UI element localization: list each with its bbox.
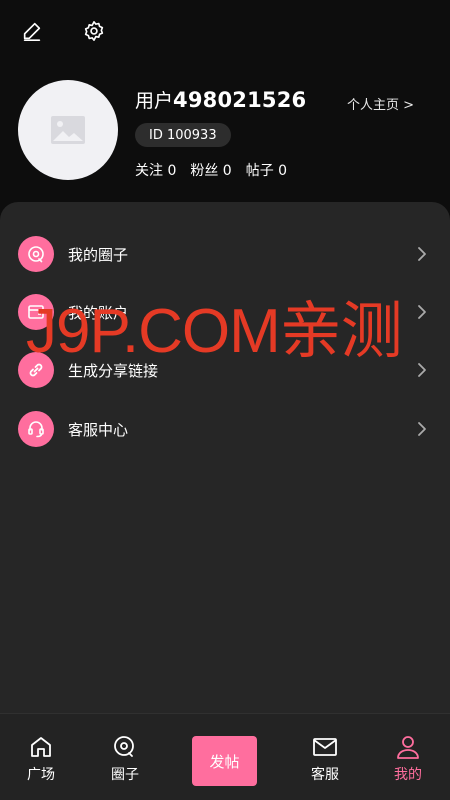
- profile-stats: 关注 0 粉丝 0 帖子 0: [135, 160, 287, 180]
- username-prefix: 用户: [135, 90, 174, 112]
- tab-circle[interactable]: 圈子: [95, 734, 155, 784]
- tab-service[interactable]: 客服: [295, 734, 355, 784]
- gear-icon[interactable]: [81, 18, 107, 44]
- circle-icon: [18, 236, 54, 272]
- avatar[interactable]: [18, 80, 118, 180]
- tab-label: 圈子: [111, 767, 139, 783]
- tab-mine[interactable]: 我的: [378, 734, 438, 784]
- username-number: 498021526: [173, 88, 307, 112]
- user-id-badge: ID 100933: [135, 123, 231, 147]
- user-icon: [397, 736, 419, 759]
- username: 用户498021526: [135, 86, 306, 113]
- profile-section: 用户498021526 个人主页 > ID 100933 关注 0 粉丝 0 帖…: [0, 80, 450, 190]
- posts-count[interactable]: 帖子 0: [246, 160, 287, 180]
- followers-count[interactable]: 粉丝 0: [190, 160, 231, 180]
- top-bar: [0, 0, 450, 60]
- circle-icon: [114, 736, 134, 757]
- chevron-right-icon: [416, 246, 428, 262]
- menu-item-my-circles[interactable]: 我的圈子: [0, 226, 450, 282]
- tab-label: 客服: [311, 767, 339, 783]
- watermark-text: J9P.COM亲测: [26, 297, 403, 366]
- homepage-link[interactable]: 个人主页 >: [347, 94, 414, 113]
- bottom-tab-bar: 广场 圈子 发帖 客服 我的: [0, 713, 450, 800]
- following-count[interactable]: 关注 0: [135, 160, 176, 180]
- menu-label: 我的圈子: [68, 245, 129, 264]
- tab-label: 我的: [394, 767, 422, 783]
- menu-item-customer-service[interactable]: 客服中心: [0, 401, 450, 457]
- image-placeholder-icon: [51, 116, 85, 144]
- headset-icon: [18, 411, 54, 447]
- chevron-right-icon: [416, 304, 428, 320]
- chevron-right-icon: [416, 421, 428, 437]
- tab-square[interactable]: 广场: [11, 734, 71, 784]
- tab-label: 广场: [27, 767, 55, 783]
- chevron-right-icon: [416, 362, 428, 378]
- menu-label: 客服中心: [68, 420, 129, 439]
- home-icon: [31, 737, 51, 757]
- edit-icon[interactable]: [19, 18, 45, 44]
- post-button[interactable]: 发帖: [192, 736, 257, 786]
- mail-icon: [313, 738, 337, 756]
- menu-panel: 我的圈子 我的账户 生成分享链接 客服中心: [0, 202, 450, 714]
